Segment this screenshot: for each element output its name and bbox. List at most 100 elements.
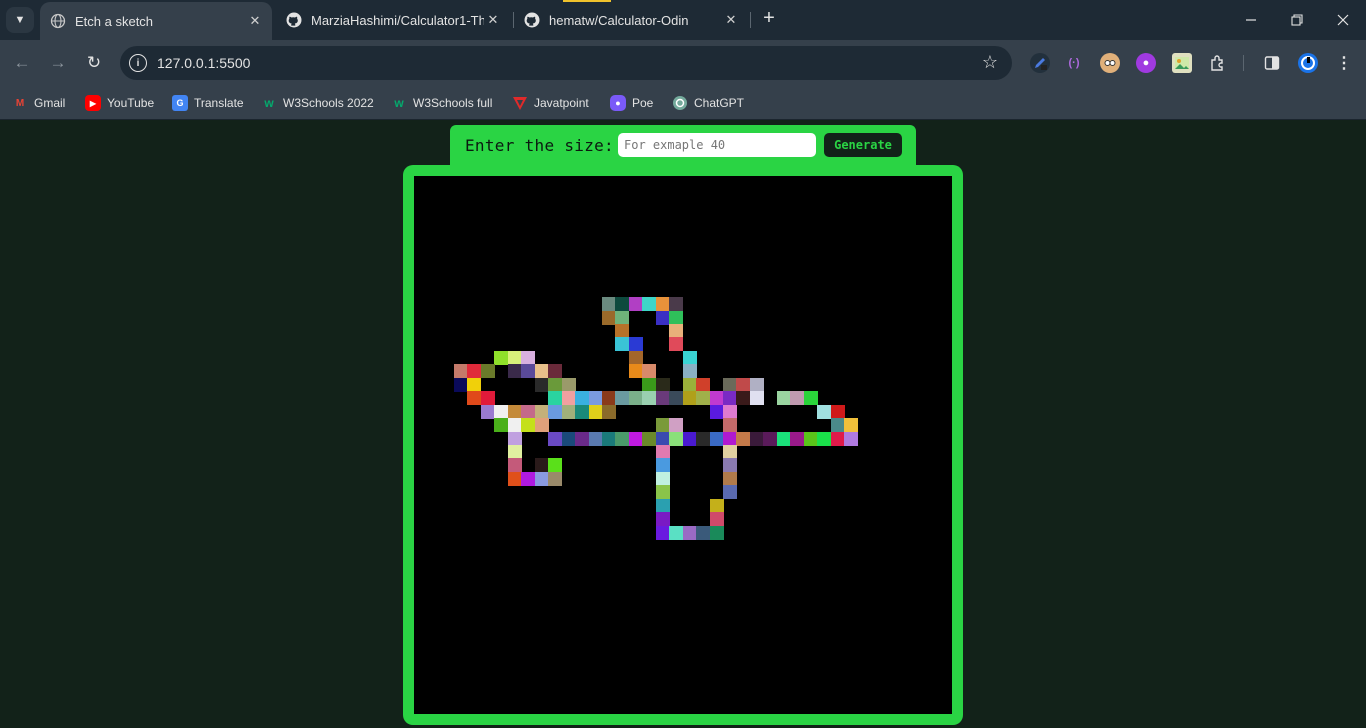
- generate-button[interactable]: Generate: [824, 133, 902, 157]
- painted-cell[interactable]: [655, 418, 670, 433]
- painted-cell[interactable]: [561, 377, 576, 392]
- painted-cell[interactable]: [467, 377, 482, 392]
- painted-cell[interactable]: [521, 418, 536, 433]
- painted-cell[interactable]: [534, 471, 549, 486]
- painted-cell[interactable]: [830, 404, 845, 419]
- more-menu-icon[interactable]: ⋮: [1334, 53, 1354, 73]
- painted-cell[interactable]: [669, 323, 684, 338]
- painted-cell[interactable]: [723, 445, 737, 459]
- painted-cell[interactable]: [642, 391, 657, 406]
- painted-cell[interactable]: [480, 391, 495, 406]
- painted-cell[interactable]: [669, 431, 684, 446]
- painted-cell[interactable]: [655, 485, 670, 500]
- painted-cell[interactable]: [494, 404, 509, 419]
- painted-cell[interactable]: [548, 391, 563, 406]
- painted-cell[interactable]: [696, 525, 711, 540]
- painted-cell[interactable]: [548, 404, 563, 419]
- painted-cell[interactable]: [534, 418, 549, 433]
- painted-cell[interactable]: [507, 458, 522, 473]
- painted-cell[interactable]: [534, 458, 549, 473]
- restore-button[interactable]: [1274, 0, 1320, 40]
- bookmark-poe[interactable]: ● Poe: [610, 93, 653, 113]
- painted-cell[interactable]: [628, 350, 643, 365]
- painted-cell[interactable]: [776, 391, 791, 406]
- extension-image-icon[interactable]: [1172, 53, 1192, 73]
- bookmark-w3schools-2022[interactable]: w W3Schools 2022: [261, 93, 373, 113]
- painted-cell[interactable]: [655, 498, 670, 513]
- painted-cell[interactable]: [682, 377, 697, 392]
- painted-cell[interactable]: [561, 391, 576, 406]
- extension-owl-icon[interactable]: [1100, 53, 1120, 73]
- painted-cell[interactable]: [655, 297, 670, 312]
- painted-cell[interactable]: [575, 431, 590, 446]
- painted-cell[interactable]: [601, 310, 616, 325]
- painted-cell[interactable]: [628, 391, 643, 406]
- painted-cell[interactable]: [830, 418, 845, 433]
- painted-cell[interactable]: [467, 364, 482, 379]
- painted-cell[interactable]: [575, 391, 590, 406]
- painted-cell[interactable]: [682, 391, 697, 406]
- painted-cell[interactable]: [548, 364, 563, 379]
- painted-cell[interactable]: [561, 431, 576, 446]
- painted-cell[interactable]: [615, 310, 630, 325]
- painted-cell[interactable]: [642, 377, 657, 392]
- painted-cell[interactable]: [615, 431, 630, 446]
- side-panel-icon[interactable]: [1262, 53, 1282, 73]
- painted-cell[interactable]: [494, 350, 509, 365]
- painted-cell[interactable]: [507, 471, 522, 486]
- painted-cell[interactable]: [723, 418, 737, 433]
- tab-calculator1[interactable]: MarziaHashimi/Calculator1-The ✕: [276, 0, 510, 40]
- painted-cell[interactable]: [749, 377, 764, 392]
- painted-cell[interactable]: [615, 337, 630, 352]
- painted-cell[interactable]: [723, 404, 737, 419]
- painted-cell[interactable]: [655, 512, 670, 527]
- painted-cell[interactable]: [454, 364, 468, 379]
- painted-cell[interactable]: [723, 458, 737, 473]
- painted-cell[interactable]: [709, 431, 724, 446]
- painted-cell[interactable]: [669, 310, 684, 325]
- bookmark-w3schools-full[interactable]: w W3Schools full: [391, 93, 492, 113]
- painted-cell[interactable]: [682, 525, 697, 540]
- painted-cell[interactable]: [561, 404, 576, 419]
- painted-cell[interactable]: [628, 364, 643, 379]
- minimize-button[interactable]: [1228, 0, 1274, 40]
- painted-cell[interactable]: [655, 391, 670, 406]
- painted-cell[interactable]: [723, 431, 737, 446]
- bookmark-chatgpt[interactable]: ChatGPT: [672, 93, 744, 113]
- painted-cell[interactable]: [696, 431, 711, 446]
- painted-cell[interactable]: [521, 364, 536, 379]
- painted-cell[interactable]: [723, 471, 737, 486]
- painted-cell[interactable]: [507, 350, 522, 365]
- painted-cell[interactable]: [696, 391, 711, 406]
- painted-cell[interactable]: [521, 404, 536, 419]
- painted-cell[interactable]: [467, 391, 482, 406]
- address-bar[interactable]: i 127.0.0.1:5500 ☆: [120, 46, 1012, 80]
- painted-cell[interactable]: [803, 391, 818, 406]
- painted-cell[interactable]: [655, 445, 670, 459]
- painted-cell[interactable]: [601, 391, 616, 406]
- tab-search-button[interactable]: ▼: [6, 7, 34, 33]
- painted-cell[interactable]: [736, 377, 751, 392]
- extensions-puzzle-icon[interactable]: [1208, 53, 1228, 73]
- bookmark-youtube[interactable]: ▶ YouTube: [85, 93, 154, 113]
- painted-cell[interactable]: [669, 525, 684, 540]
- painted-cell[interactable]: [655, 525, 670, 540]
- painted-cell[interactable]: [507, 445, 522, 459]
- painted-cell[interactable]: [480, 364, 495, 379]
- painted-cell[interactable]: [642, 297, 657, 312]
- painted-cell[interactable]: [669, 418, 684, 433]
- painted-cell[interactable]: [507, 431, 522, 446]
- painted-cell[interactable]: [682, 364, 697, 379]
- painted-cell[interactable]: [521, 471, 536, 486]
- painted-cell[interactable]: [534, 364, 549, 379]
- painted-cell[interactable]: [521, 350, 536, 365]
- painted-cell[interactable]: [749, 391, 764, 406]
- painted-cell[interactable]: [790, 391, 805, 406]
- painted-cell[interactable]: [480, 404, 495, 419]
- painted-cell[interactable]: [628, 297, 643, 312]
- painted-cell[interactable]: [803, 431, 818, 446]
- painted-cell[interactable]: [709, 498, 724, 513]
- painted-cell[interactable]: [548, 431, 563, 446]
- painted-cell[interactable]: [817, 404, 832, 419]
- painted-cell[interactable]: [723, 377, 737, 392]
